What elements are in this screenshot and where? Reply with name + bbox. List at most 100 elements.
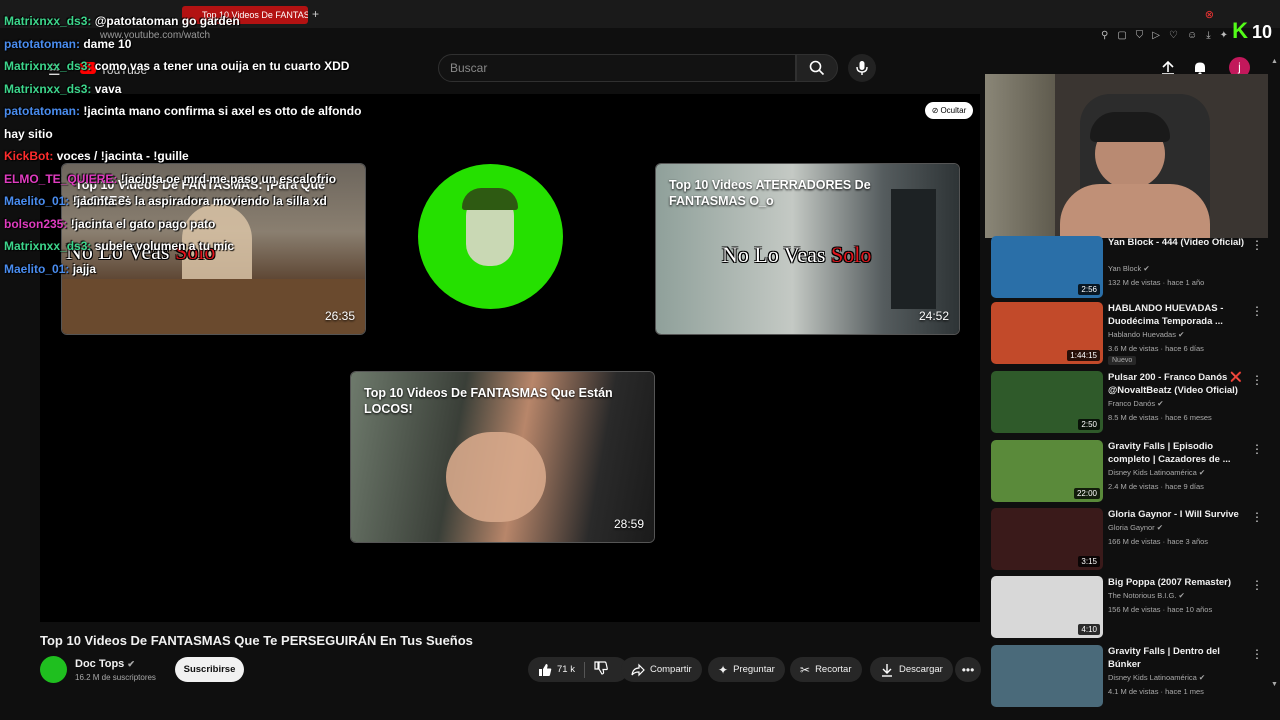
dislike-button[interactable] [594, 661, 608, 678]
recommendation-item[interactable]: 4:10 Big Poppa (2007 Remaster) The Notorio… [991, 576, 1274, 638]
like-dislike-group: 71 k [528, 657, 628, 682]
chat-username[interactable]: patotatoman: [4, 37, 80, 51]
chat-username[interactable]: KickBot: [4, 149, 53, 163]
more-vertical-icon[interactable]: ⋮ [1251, 373, 1263, 387]
chat-text: jajja [72, 261, 97, 276]
chat-username[interactable]: Maelito_01: [4, 262, 69, 276]
rec-thumbnail[interactable]: 4:10 [991, 576, 1103, 638]
chat-username[interactable]: bolson235: [4, 217, 67, 231]
recommendation-item[interactable]: Gravity Falls | Dentro del Búnker Disney … [991, 645, 1274, 707]
rec-title[interactable]: Big Poppa (2007 Remaster) [1108, 576, 1248, 589]
search-button[interactable] [796, 54, 838, 82]
play-icon[interactable]: ▷ [1152, 30, 1160, 41]
verified-icon: ✔ [1198, 468, 1206, 477]
clip-label: Recortar [815, 664, 852, 675]
ask-button[interactable]: ✦ Preguntar [708, 657, 785, 682]
endscreen-video-card[interactable]: Top 10 Videos De FANTASMAS Que Están LOC… [350, 371, 655, 543]
heart-icon[interactable]: ♡ [1169, 30, 1178, 41]
clip-button[interactable]: ✂ Recortar [790, 657, 862, 682]
rec-thumbnail[interactable]: 2:56 [991, 236, 1103, 298]
rec-channel[interactable]: Hablando Huevadas ✔ [1108, 330, 1184, 339]
rec-meta: 8.5 M de vistas · hace 6 meses [1108, 413, 1212, 422]
chat-username[interactable]: patotatoman: [4, 104, 80, 118]
scroll-up-icon[interactable]: ▲ [1271, 58, 1278, 65]
rec-title[interactable]: Pulsar 200 - Franco Danós ❌ @NovaltBeatz… [1108, 371, 1248, 397]
rec-channel[interactable]: Gloria Gaynor ✔ [1108, 523, 1163, 532]
recommendation-item[interactable]: 22:00 Gravity Falls | Episodio completo |… [991, 440, 1274, 502]
rec-title[interactable]: Yan Block - 444 (Video Oficial) [1108, 236, 1248, 249]
endscreen-channel-subscribe[interactable] [418, 164, 563, 309]
more-vertical-icon[interactable]: ⋮ [1251, 510, 1263, 524]
more-vertical-icon[interactable]: ⋮ [1251, 238, 1263, 252]
rec-title[interactable]: Gravity Falls | Dentro del Búnker [1108, 645, 1248, 671]
hide-end-screen-button[interactable]: ⊘ Ocultar [925, 102, 973, 119]
rec-channel[interactable]: Disney Kids Latinoamérica ✔ [1108, 468, 1205, 477]
chat-username[interactable]: Matrixnxx_ds3: [4, 82, 91, 96]
chat-username[interactable]: ELMO_TE_QUIERE: [4, 172, 117, 186]
chat-username[interactable]: Matrixnxx_ds3: [4, 59, 91, 73]
more-vertical-icon[interactable]: ⋮ [1251, 442, 1263, 456]
rec-thumbnail[interactable] [991, 645, 1103, 707]
card-title: Top 10 Videos ATERRADORES De FANTASMAS O… [669, 178, 871, 208]
chat-text: vava [94, 81, 122, 96]
more-actions-button[interactable]: ••• [955, 657, 981, 682]
rec-channel[interactable]: Disney Kids Latinoamérica ✔ [1108, 673, 1205, 682]
card-duration: 24:52 [918, 309, 949, 323]
chat-text: !jacinta oe mrd me paso un escalofrio [120, 171, 337, 186]
chat-text: subele volumen a tu mic [94, 239, 235, 253]
card-overlay-text: No Lo Veas Solo [722, 242, 871, 268]
rec-title[interactable]: Gloria Gaynor - I Will Survive [1108, 508, 1248, 521]
curtain [985, 74, 1055, 238]
overlay-white: No Lo Veas [722, 242, 826, 267]
recommendation-item[interactable]: 1:44:15 HABLANDO HUEVADAS - Duodécima Tem… [991, 302, 1274, 365]
channel-avatar[interactable] [40, 656, 67, 683]
chat-message: Matrixnxx_ds3: vava [4, 78, 424, 101]
subscribe-button[interactable]: Suscribirse [175, 657, 244, 682]
endscreen-video-card[interactable]: Top 10 Videos ATERRADORES De FANTASMAS O… [655, 163, 960, 335]
rec-thumbnail[interactable]: 1:44:15 [991, 302, 1103, 364]
search-icon [809, 60, 825, 76]
scroll-down-icon[interactable]: ▼ [1271, 681, 1278, 688]
chat-username[interactable]: Matrixnxx_ds3: [4, 239, 91, 253]
viewer-count: 10 [1251, 22, 1272, 42]
browser-extension-icons: ⚲ ▢ ⛉ ▷ ♡ ☺ ⤓ ✦ [1101, 30, 1228, 41]
rec-channel[interactable]: Yan Block ✔ [1108, 264, 1150, 273]
like-button[interactable]: 71 k [538, 663, 575, 677]
rec-title[interactable]: Gravity Falls | Episodio completo | Caza… [1108, 440, 1248, 466]
rec-channel[interactable]: The Notorious B.I.G. ✔ [1108, 591, 1185, 600]
download-icon[interactable]: ⤓ [1206, 30, 1210, 41]
search-box[interactable] [438, 54, 796, 82]
overlay-red: Solo [830, 242, 872, 267]
more-vertical-icon[interactable]: ⋮ [1251, 578, 1263, 592]
rec-thumbnail[interactable]: 2:50 [991, 371, 1103, 433]
recommendation-item[interactable]: 3:15 Gloria Gaynor - I Will Survive Gloria… [991, 508, 1274, 570]
chat-username[interactable]: Matrixnxx_ds3: [4, 14, 91, 28]
more-vertical-icon[interactable]: ⋮ [1251, 304, 1263, 318]
extension-icon[interactable]: ▢ [1117, 30, 1126, 41]
close-icon[interactable]: ⊗ [1205, 8, 1214, 21]
rec-channel[interactable]: Franco Danós ✔ [1108, 399, 1164, 408]
share-icon [631, 663, 645, 676]
channel-name[interactable]: Doc Tops ✔ [75, 658, 135, 670]
scissors-icon: ✂ [800, 662, 811, 677]
chat-username[interactable]: Maelito_01: [4, 194, 69, 208]
profile-icon[interactable]: ☺ [1187, 30, 1197, 41]
more-horizontal-icon: ••• [961, 662, 975, 677]
recommendation-item[interactable]: 2:56 Yan Block - 444 (Video Oficial) Yan B… [991, 236, 1274, 298]
search-input[interactable] [439, 55, 795, 81]
download-button[interactable]: Descargar [870, 657, 953, 682]
rec-title[interactable]: HABLANDO HUEVADAS - Duodécima Temporada … [1108, 302, 1248, 328]
voice-search-button[interactable] [848, 54, 876, 82]
eye-off-icon: ⊘ [931, 106, 939, 115]
bookmark-icon[interactable]: ⚲ [1101, 30, 1108, 41]
scrollbar[interactable]: ▲ ▼ [1270, 58, 1278, 688]
chat-message: Maelito_01: !jacinta es la aspiradora mo… [4, 190, 424, 213]
share-button[interactable]: Compartir [621, 657, 702, 682]
recommendation-item[interactable]: 2:50 Pulsar 200 - Franco Danós ❌ @NovaltB… [991, 371, 1274, 433]
rec-thumbnail[interactable]: 22:00 [991, 440, 1103, 502]
puzzle-icon[interactable]: ✦ [1220, 30, 1228, 41]
like-divider [583, 661, 585, 678]
more-vertical-icon[interactable]: ⋮ [1251, 647, 1263, 661]
rec-thumbnail[interactable]: 3:15 [991, 508, 1103, 570]
shield-icon[interactable]: ⛉ [1136, 30, 1144, 41]
